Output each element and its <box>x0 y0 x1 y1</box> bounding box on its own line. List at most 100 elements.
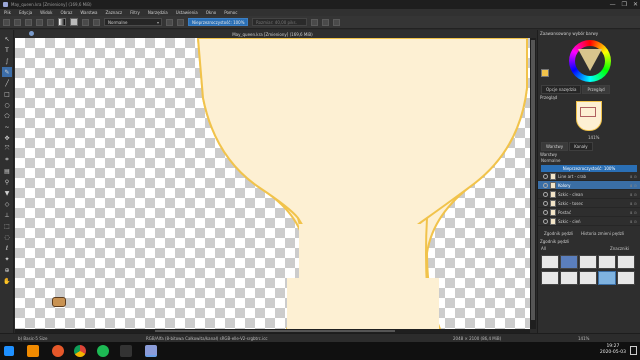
layer-row[interactable]: Postać α ⊙ <box>538 208 640 217</box>
rectangle-tool-icon[interactable]: □ <box>2 89 12 99</box>
fill-tool-icon[interactable]: ▼ <box>2 188 12 198</box>
menu-filters[interactable]: Filtry <box>130 10 140 15</box>
brush-preset-tile[interactable] <box>598 271 616 285</box>
gradient-tool-icon[interactable]: ▤ <box>2 166 12 176</box>
layer-action-tab[interactable]: Zgodnik pędzli <box>544 231 573 236</box>
select-shapes-tool-icon[interactable]: ↖ <box>2 34 12 44</box>
menu-layer[interactable]: Warstwa <box>80 10 97 15</box>
eye-icon[interactable] <box>543 183 548 188</box>
alpha-lock-icon[interactable] <box>177 18 184 26</box>
tab-overview[interactable]: Przegląd <box>582 85 610 94</box>
layer-row[interactable]: Line art - crab α ⊙ <box>538 172 640 181</box>
line-tool-icon[interactable]: ╱ <box>2 78 12 88</box>
layer-action-tab[interactable]: Historia zmieni pędzli <box>581 231 624 236</box>
save-icon[interactable] <box>25 18 32 26</box>
vlc-icon[interactable] <box>27 345 39 357</box>
minimize-button[interactable]: — <box>610 1 616 8</box>
menu-help[interactable]: Pomoc <box>224 10 237 15</box>
transform-tool-icon[interactable]: ⤧ <box>2 144 12 154</box>
move-tool-icon[interactable]: ✥ <box>2 133 12 143</box>
mirror-horizontal-icon[interactable] <box>311 18 318 26</box>
wrap-around-icon[interactable] <box>333 18 340 26</box>
eye-icon[interactable] <box>543 210 548 215</box>
brush-preset-tile[interactable] <box>617 271 635 285</box>
freehand-brush-tool-icon[interactable]: ✎ <box>2 67 12 77</box>
layers-opacity-slider[interactable]: Nieprzezroczystość: 100% <box>541 165 637 172</box>
foreground-color-swatch[interactable] <box>541 69 549 77</box>
color-triangle[interactable] <box>578 49 602 71</box>
eye-icon[interactable] <box>543 174 548 179</box>
magic-wand-tool-icon[interactable]: ✦ <box>2 254 12 264</box>
notifications-icon[interactable] <box>630 346 637 355</box>
brush-preset-tile[interactable] <box>617 255 635 269</box>
layer-flags-icon[interactable]: α ⊙ <box>630 208 637 217</box>
ellipse-select-tool-icon[interactable]: ◌ <box>2 232 12 242</box>
layer-row[interactable]: Szkic - clean α ⊙ <box>538 190 640 199</box>
chrome-icon[interactable] <box>74 345 86 357</box>
measure-tool-icon[interactable]: ⊥ <box>2 210 12 220</box>
vertical-scrollbar[interactable] <box>530 38 536 329</box>
layer-row[interactable]: Szkic - tosec α ⊙ <box>538 199 640 208</box>
color-picker-tool-icon[interactable]: ⚲ <box>2 177 12 187</box>
eye-icon[interactable] <box>543 219 548 224</box>
brush-preset-tile[interactable] <box>541 271 559 285</box>
terminal-icon[interactable] <box>120 345 132 357</box>
brush-preset-icon[interactable] <box>82 18 89 26</box>
opacity-slider[interactable]: Nieprzezroczystość: 100% <box>188 18 248 26</box>
lasso-select-tool-icon[interactable]: ℓ <box>2 243 12 253</box>
layers-blend-select[interactable]: Normalne <box>541 158 560 163</box>
brush-search-field[interactable]: All <box>541 246 546 251</box>
krita-taskbar-icon[interactable] <box>145 345 157 357</box>
mirror-vertical-icon[interactable] <box>322 18 329 26</box>
layer-row[interactable]: Szkic - cień α ⊙ <box>538 217 640 226</box>
rect-select-tool-icon[interactable]: ⬚ <box>2 221 12 231</box>
tab-channels[interactable]: Kanały <box>569 142 593 151</box>
text-tool-icon[interactable]: T <box>2 45 12 55</box>
menu-view[interactable]: Widok <box>40 10 52 15</box>
layer-flags-icon[interactable]: α ⊙ <box>630 181 637 190</box>
brush-preset-tile[interactable] <box>579 271 597 285</box>
layer-flags-icon[interactable]: α ⊙ <box>630 199 637 208</box>
eye-icon[interactable] <box>543 201 548 206</box>
pan-tool-icon[interactable]: ✋ <box>2 276 12 286</box>
zoom-tool-icon[interactable]: ⊕ <box>2 265 12 275</box>
brush-preset-tile[interactable] <box>579 255 597 269</box>
menu-settings[interactable]: Ustawienia <box>176 10 198 15</box>
menu-tools[interactable]: Narzędzia <box>148 10 168 15</box>
crop-tool-icon[interactable]: ⌗ <box>2 155 12 165</box>
redo-icon[interactable] <box>47 18 54 26</box>
assistant-tool-icon[interactable]: ◇ <box>2 199 12 209</box>
polygon-tool-icon[interactable]: ⬠ <box>2 111 12 121</box>
brush-tag-select[interactable]: Znaczniki <box>610 246 629 251</box>
layer-flags-icon[interactable]: α ⊙ <box>630 217 637 226</box>
brush-preset-tile[interactable] <box>541 255 559 269</box>
tab-layers[interactable]: Warstwy <box>541 142 569 151</box>
document-close-icon[interactable] <box>29 31 34 36</box>
close-button[interactable]: ✕ <box>633 1 638 8</box>
undo-icon[interactable] <box>36 18 43 26</box>
firefox-icon[interactable] <box>52 345 64 357</box>
drawing-canvas[interactable] <box>15 38 530 329</box>
brush-preset-tile[interactable] <box>560 255 578 269</box>
spotify-icon[interactable] <box>97 345 109 357</box>
menu-select[interactable]: Zaznacz <box>106 10 123 15</box>
ellipse-tool-icon[interactable]: ○ <box>2 100 12 110</box>
brush-preset-tile[interactable] <box>598 255 616 269</box>
menu-window[interactable]: Okno <box>206 10 216 15</box>
overview-preview[interactable] <box>538 101 640 135</box>
bezier-tool-icon[interactable]: ~ <box>2 122 12 132</box>
eraser-mode-icon[interactable] <box>93 18 100 26</box>
gradient-swatch[interactable] <box>58 18 66 26</box>
windows-start-icon[interactable] <box>4 346 14 356</box>
pattern-swatch[interactable] <box>70 18 78 26</box>
calligraphy-tool-icon[interactable]: ∫ <box>2 56 12 66</box>
maximize-button[interactable]: ❐ <box>622 1 627 8</box>
eye-icon[interactable] <box>543 192 548 197</box>
layer-flags-icon[interactable]: α ⊙ <box>630 172 637 181</box>
menu-image[interactable]: Obraz <box>60 10 72 15</box>
taskbar-clock[interactable]: 19:27 2020-05-03 <box>600 344 626 356</box>
document-tab[interactable]: May_queen.kra [Zmieniony] (169,6 MiB) <box>15 30 530 38</box>
layer-flags-icon[interactable]: α ⊙ <box>630 190 637 199</box>
color-selector[interactable] <box>538 37 640 85</box>
brush-preset-tile[interactable] <box>560 271 578 285</box>
